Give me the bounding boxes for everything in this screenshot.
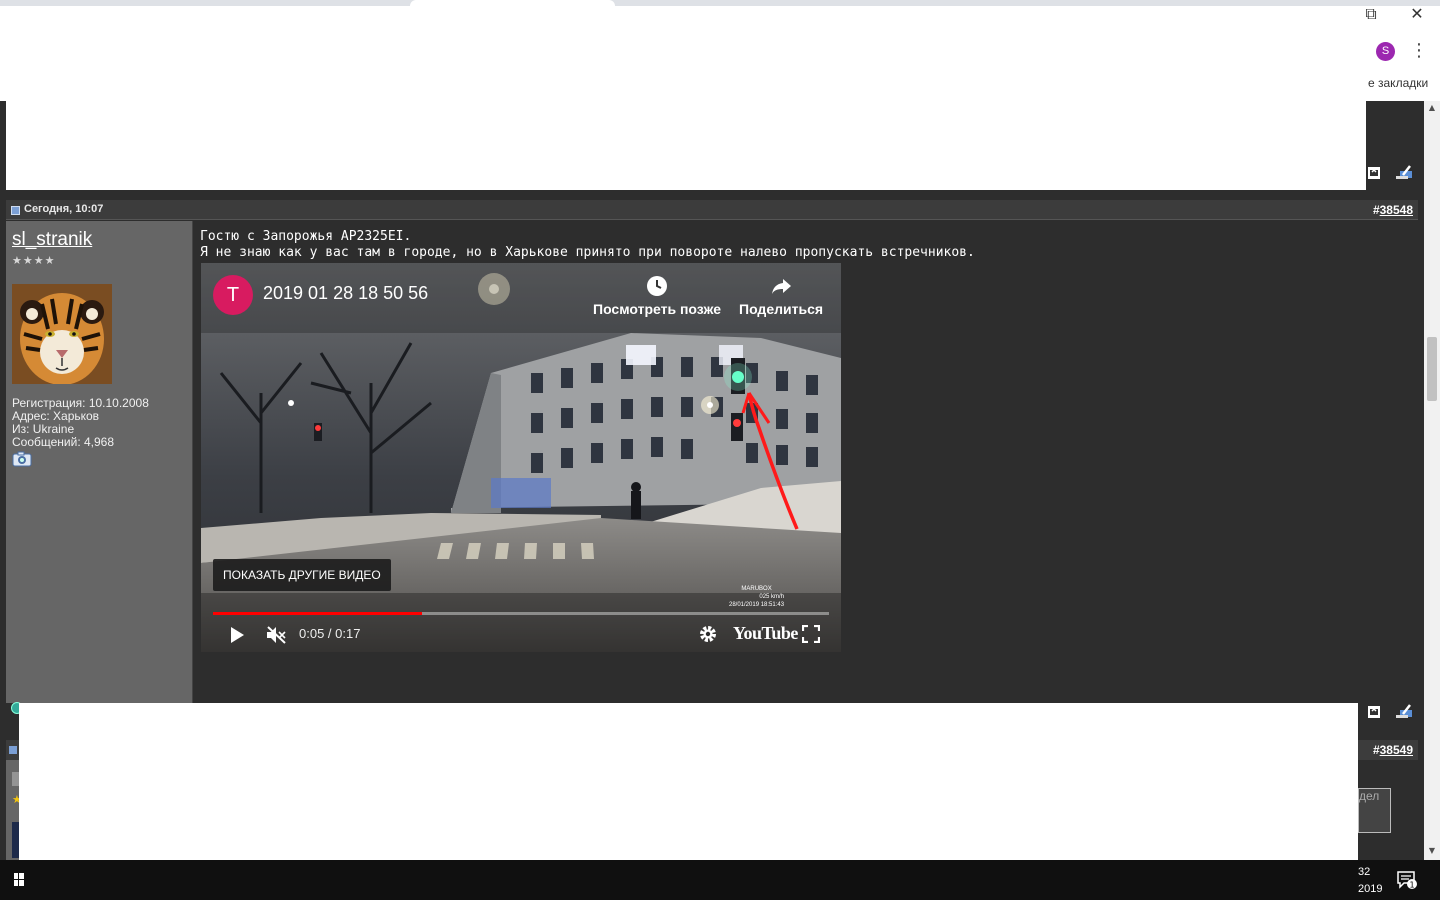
blank-overlay-top	[6, 6, 1366, 190]
author-username-link[interactable]: sl_stranik	[12, 229, 92, 251]
message-line: Я не знаю как у вас там в городе, но в Х…	[200, 245, 975, 260]
post-author-sidebar: sl_stranik ★★★★ Регистрация: 10.10.2008 …	[6, 221, 193, 703]
next-post-header: #38549	[1358, 740, 1418, 760]
post-footer-icons	[1366, 702, 1426, 727]
post-status-icon	[11, 206, 20, 215]
scroll-down-icon[interactable]: ▼	[1424, 844, 1440, 858]
post-message-text: Гостю с Запорожья АР2325ЕI. Я не знаю ка…	[200, 229, 975, 261]
reply-icon[interactable]	[1396, 704, 1412, 718]
channel-avatar[interactable]: T	[213, 275, 253, 315]
quote-icon[interactable]	[1368, 167, 1380, 179]
page-scrollbar[interactable]: ▲ ▼	[1424, 101, 1440, 860]
svg-text:★: ★	[12, 793, 19, 806]
watermark-timestamp: 28/01/2019 18:51:43	[729, 602, 785, 608]
post-number[interactable]: 38548	[1380, 203, 1413, 217]
message-line: Гостю с Запорожья АР2325ЕI.	[200, 229, 412, 244]
quote-icon[interactable]	[1368, 706, 1380, 718]
fullscreen-icon[interactable]	[802, 625, 820, 643]
video-progress-bar[interactable]	[213, 612, 829, 615]
author-avatar[interactable]	[12, 284, 112, 384]
close-window-icon[interactable]: ✕	[1404, 4, 1430, 24]
watermark-speed: 025 km/h	[759, 594, 785, 600]
post-date: Сегодня, 10:07	[24, 203, 104, 215]
clock-icon	[647, 276, 668, 296]
youtube-logo[interactable]: YouTube	[733, 623, 798, 644]
notification-count: 1	[1409, 881, 1414, 890]
scrollbar-thumb[interactable]	[1427, 337, 1437, 401]
settings-gear-icon[interactable]	[698, 624, 718, 644]
post-number-prefix: #	[1372, 203, 1380, 217]
clock-date: 2019	[1358, 883, 1383, 895]
author-post-count: Сообщений: 4,968	[12, 435, 115, 449]
post-header: Сегодня, 10:07 #38548	[6, 200, 1418, 220]
play-icon[interactable]	[229, 626, 245, 644]
share-icon	[772, 279, 792, 294]
next-post-permalink[interactable]: #38549	[1373, 743, 1413, 757]
notification-center-icon[interactable]: 1	[1396, 870, 1418, 895]
watch-later-button[interactable]: Посмотреть позже	[593, 275, 721, 317]
browser-menu-icon[interactable]: ⋮	[1410, 40, 1428, 62]
watermark-brand: MARUBOX	[741, 586, 772, 592]
post-permalink[interactable]: #38548	[1373, 203, 1413, 217]
clock-time: 32	[1358, 866, 1371, 878]
next-post-number-prefix: #	[1372, 743, 1380, 757]
video-title[interactable]: 2019 01 28 18 50 56	[263, 283, 428, 304]
watch-later-label: Посмотреть позже	[593, 301, 722, 317]
youtube-embed[interactable]: T 2019 01 28 18 50 56 Посмотреть позже П…	[201, 263, 841, 652]
author-rank-stars: ★★★★	[12, 254, 56, 267]
camera-icon[interactable]	[12, 451, 32, 467]
reply-icon[interactable]	[1396, 165, 1412, 179]
video-progress-fill	[213, 612, 423, 615]
previous-post-footer-icons	[1366, 163, 1426, 188]
taskbar-clock[interactable]: 32 2019	[1358, 864, 1382, 898]
video-time: 0:05 / 0:17	[299, 626, 361, 641]
windows-taskbar: 32 2019 1	[0, 860, 1440, 900]
start-icon[interactable]	[14, 873, 24, 887]
profile-avatar[interactable]: S	[1376, 42, 1395, 61]
next-post-partial-box: дел	[1358, 788, 1391, 833]
muted-volume-icon[interactable]	[265, 625, 287, 645]
scroll-up-icon[interactable]: ▲	[1424, 101, 1440, 115]
next-post-number[interactable]: 38549	[1380, 743, 1413, 757]
share-button[interactable]: Поделиться	[739, 275, 823, 317]
more-videos-button[interactable]: ПОКАЗАТЬ ДРУГИЕ ВИДЕО	[213, 559, 391, 591]
next-post-partial-text: дел	[1359, 789, 1380, 803]
share-label: Поделиться	[739, 301, 824, 317]
other-bookmarks-label[interactable]: е закладки	[1368, 76, 1428, 90]
next-post-sidebar-fragment: ★	[6, 740, 22, 860]
dashcam-watermark: MARUBOX 025 km/h 28/01/2019 18:51:43	[729, 585, 784, 609]
author-info: Регистрация: 10.10.2008 Адрес: Харьков И…	[12, 397, 149, 449]
